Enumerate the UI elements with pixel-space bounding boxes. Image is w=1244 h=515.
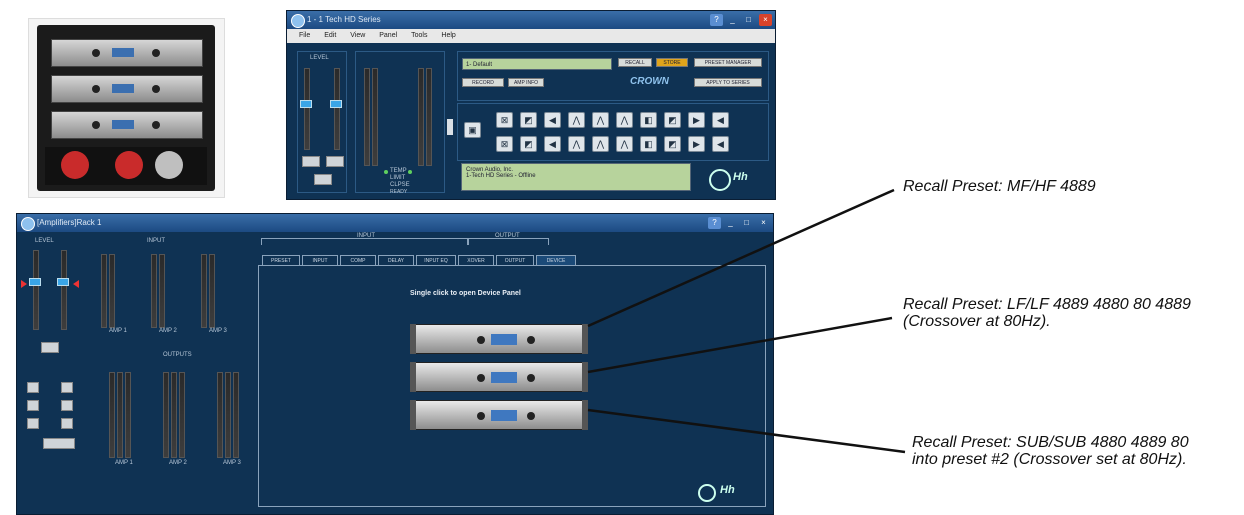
callout-mf-hf: Recall Preset: MF/HF 4889: [903, 178, 1096, 195]
callout-lf-lf: Recall Preset: LF/LF 4889 4880 80 4889 (…: [903, 296, 1191, 330]
callout-sub-sub: Recall Preset: SUB/SUB 4880 4889 80 into…: [912, 434, 1189, 468]
callout-line-3: [587, 408, 906, 454]
callout-line-2: [587, 316, 893, 374]
callout-line-1: [587, 188, 895, 328]
